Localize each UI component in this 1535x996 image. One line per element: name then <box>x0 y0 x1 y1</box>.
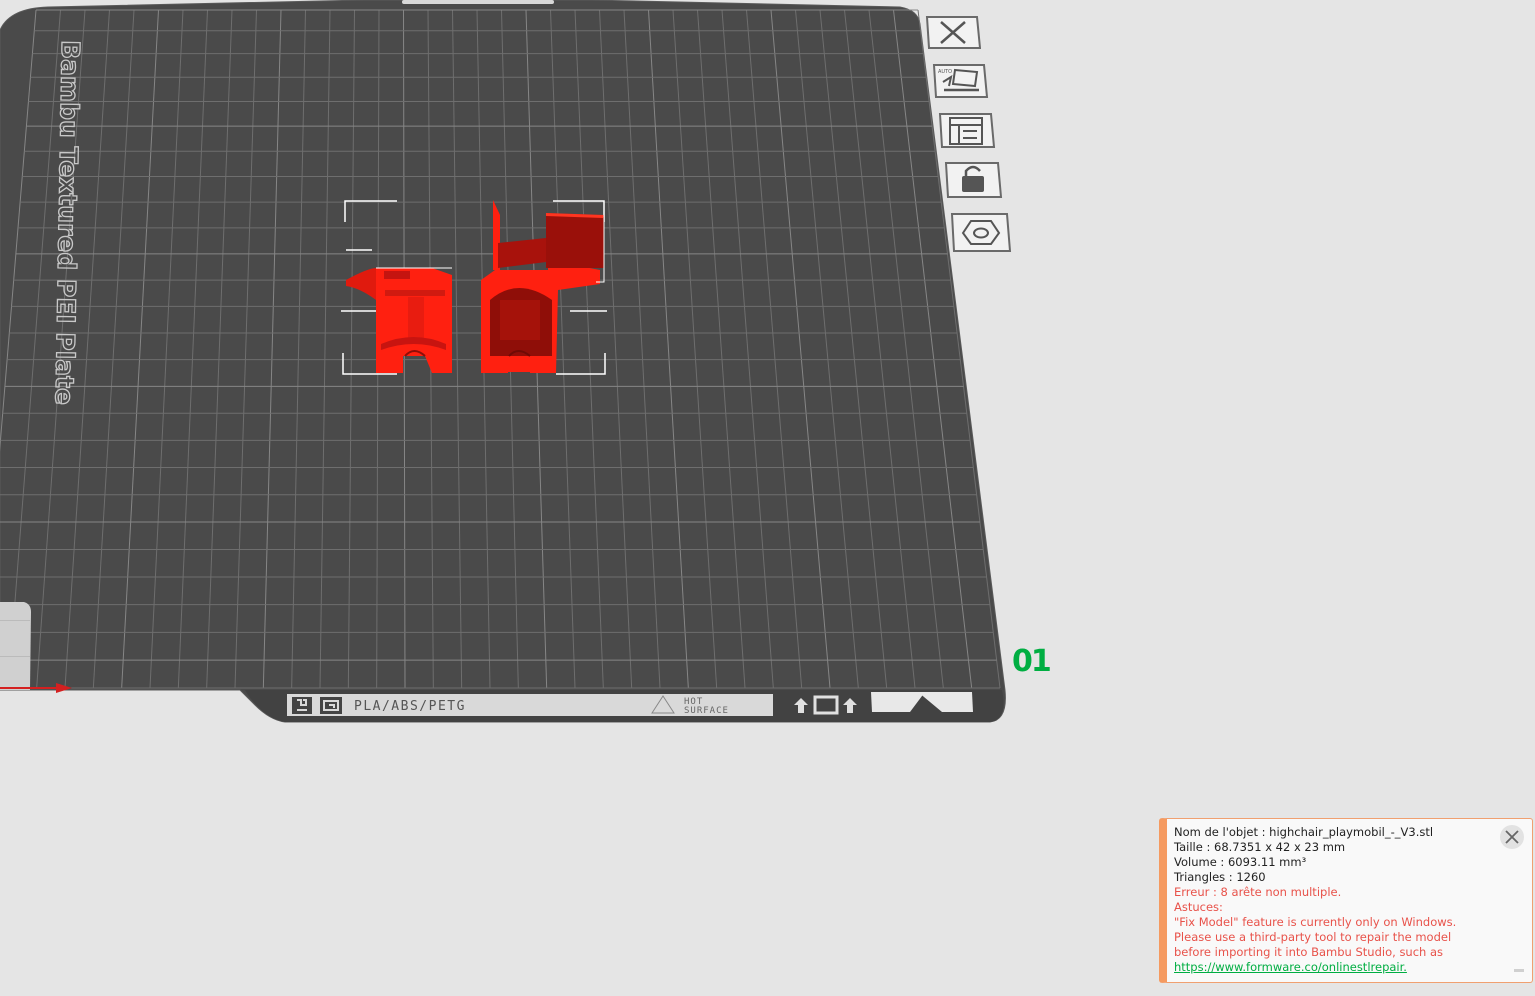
tip-line: "Fix Model" feature is currently only on… <box>1174 915 1457 929</box>
close-icon[interactable] <box>1500 825 1524 849</box>
lock-plate-icon[interactable] <box>943 160 1003 199</box>
error-line: Erreur : 8 arête non multiple. <box>1174 885 1342 899</box>
object-triangles-line: Triangles : 1260 <box>1174 870 1266 884</box>
tip-line: before importing it into Bambu Studio, s… <box>1174 945 1444 959</box>
tip-line: Please use a third-party tool to repair … <box>1174 930 1452 944</box>
side-panel-edge <box>0 602 31 690</box>
surface-label: SURFACE <box>684 706 729 716</box>
object-name-line: Nom de l'objet : highchair_playmobil_-_V… <box>1174 825 1434 839</box>
arrange-icon[interactable] <box>937 111 996 149</box>
plate-handle <box>402 0 554 4</box>
svg-text:AUTO: AUTO <box>938 69 952 75</box>
tips-label: Astuces: <box>1174 900 1223 914</box>
notification-minimize-handle[interactable] <box>1514 969 1524 972</box>
material-label: PLA/ABS/PETG <box>354 699 466 714</box>
repair-link[interactable]: https://www.formware.co/onlinestlrepair. <box>1174 960 1407 974</box>
object-info-notification: Nom de l'objet : highchair_playmobil_-_V… <box>1159 818 1533 983</box>
auto-orient-icon[interactable]: AUTO <box>931 62 989 99</box>
plate-settings-icon[interactable] <box>949 211 1012 253</box>
object-size-line: Taille : 68.7351 x 42 x 23 mm <box>1174 840 1346 854</box>
close-plate-icon[interactable] <box>924 14 981 50</box>
object-volume-line: Volume : 6093.11 mm³ <box>1174 855 1307 869</box>
plate-number[interactable]: 01 <box>1012 644 1052 679</box>
